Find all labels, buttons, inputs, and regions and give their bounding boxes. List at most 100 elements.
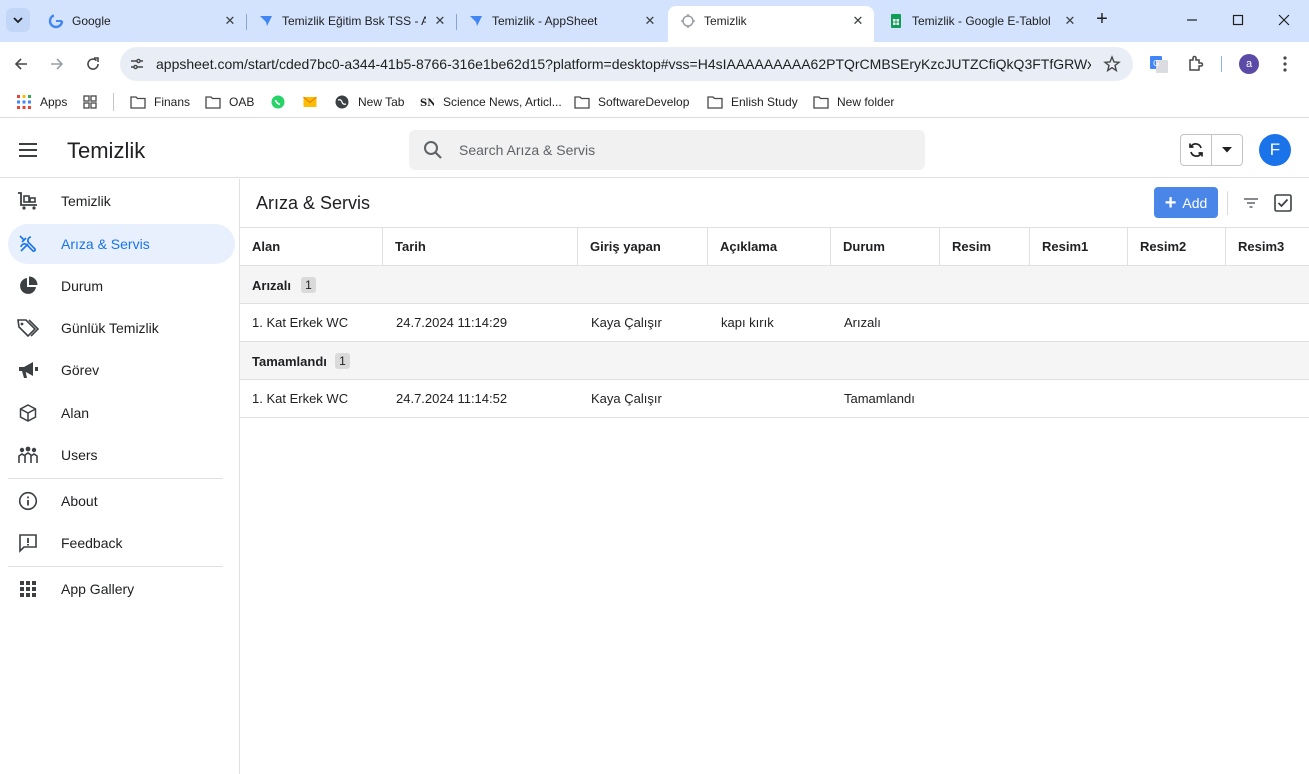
user-avatar[interactable]: F	[1259, 134, 1291, 166]
sidebar-item-app-gallery[interactable]: App Gallery	[8, 569, 235, 609]
add-button[interactable]: + Add	[1154, 187, 1218, 218]
arrow-left-icon	[14, 58, 27, 70]
browser-tab-google[interactable]: Google ✕	[36, 6, 246, 36]
bookmark-whatsapp[interactable]	[270, 93, 294, 111]
close-icon[interactable]: ✕	[432, 13, 448, 29]
column-header[interactable]: Giriş yapan	[578, 228, 708, 266]
bookmark-oab[interactable]: OAB	[205, 93, 254, 111]
sidebar-item-durum[interactable]: Durum	[8, 266, 235, 306]
sidebar-divider	[8, 478, 223, 479]
maximize-icon	[1232, 14, 1244, 26]
browser-profile-avatar[interactable]: a	[1239, 54, 1259, 74]
bookmark-dashboard[interactable]	[82, 93, 106, 111]
new-tab-button[interactable]: +	[1092, 9, 1112, 30]
sidebar-item-gorev[interactable]: Görev	[8, 350, 235, 390]
close-icon[interactable]: ✕	[1062, 13, 1078, 29]
group-count-badge: 1	[301, 277, 316, 293]
bookmarks-bar: Apps Finans OAB New Tab SN Science News,…	[0, 86, 1309, 118]
bookmark-science-news[interactable]: SN Science News, Articl...	[419, 93, 562, 111]
sidebar: Temizlik Arıza & Servis Durum Günlük Tem…	[0, 179, 240, 774]
app-title: Temizlik	[67, 138, 146, 163]
tab-title: Temizlik Eğitim Bsk TSS - A	[282, 14, 426, 28]
bookmark-enlish-study[interactable]: Enlish Study	[707, 93, 798, 111]
tags-icon	[17, 318, 39, 338]
column-header[interactable]: Resim1	[1030, 228, 1128, 266]
search-box[interactable]	[409, 130, 925, 170]
close-icon[interactable]: ✕	[222, 13, 238, 29]
maximize-button[interactable]	[1228, 10, 1248, 30]
column-header[interactable]: Resim3	[1226, 228, 1309, 266]
cart-icon	[17, 191, 39, 211]
sidebar-item-gunluk-temizlik[interactable]: Günlük Temizlik	[8, 308, 235, 348]
sciencenews-icon: SN	[419, 94, 435, 110]
chevron-down-icon	[13, 17, 23, 24]
column-header[interactable]: Durum	[831, 228, 940, 266]
menu-icon[interactable]	[18, 142, 38, 158]
bookmarks-divider	[113, 93, 114, 111]
column-header[interactable]: Resim2	[1128, 228, 1226, 266]
close-icon[interactable]: ✕	[850, 13, 866, 29]
sidebar-item-label: Alan	[61, 405, 90, 421]
minimize-button[interactable]	[1182, 10, 1202, 30]
browser-tab-temizlik-egitim[interactable]: Temizlik Eğitim Bsk TSS - A ✕	[246, 6, 456, 36]
sidebar-item-label: Durum	[61, 278, 104, 294]
column-header[interactable]: Alan	[240, 228, 383, 266]
bookmark-finans[interactable]: Finans	[130, 93, 190, 111]
address-bar[interactable]: appsheet.com/start/cded7bc0-a344-41b5-87…	[120, 47, 1133, 81]
close-icon[interactable]: ✕	[642, 13, 658, 29]
forward-button[interactable]	[45, 52, 69, 76]
bookmark-label: New Tab	[358, 95, 405, 109]
column-header[interactable]: Açıklama	[708, 228, 831, 266]
table-row[interactable]: 1. Kat Erkek WC 24.7.2024 11:14:52 Kaya …	[240, 380, 1309, 418]
bookmark-apps[interactable]: Apps	[16, 93, 67, 111]
browser-tab-temizlik-active[interactable]: Temizlik ✕	[668, 6, 874, 42]
sidebar-item-temizlik[interactable]: Temizlik	[8, 181, 235, 221]
browser-tab-temizlik-appsheet[interactable]: Temizlik - AppSheet ✕	[456, 6, 666, 36]
window-close-button[interactable]	[1274, 10, 1294, 30]
filter-icon[interactable]	[1241, 193, 1261, 213]
site-settings-icon[interactable]	[128, 55, 146, 73]
search-input[interactable]	[459, 139, 899, 161]
appsheet-icon	[468, 13, 484, 29]
sidebar-item-users[interactable]: Users	[8, 435, 235, 475]
group-header-tamamlandi[interactable]: Tamamlandı 1	[240, 342, 1309, 380]
sidebar-item-label: Görev	[61, 362, 100, 378]
dashboard-icon	[82, 94, 98, 110]
column-header[interactable]: Tarih	[383, 228, 578, 266]
reload-button[interactable]	[81, 52, 105, 76]
url-text: appsheet.com/start/cded7bc0-a344-41b5-87…	[156, 56, 1091, 72]
select-checkbox-icon[interactable]	[1273, 193, 1293, 213]
back-button[interactable]	[9, 52, 33, 76]
app-header: Temizlik F	[0, 122, 1309, 178]
tab-title: Temizlik - AppSheet	[492, 14, 598, 28]
bookmark-mail[interactable]	[302, 93, 326, 111]
extensions-icon[interactable]	[1185, 54, 1205, 74]
bookmark-label: OAB	[229, 95, 255, 109]
bookmark-new-folder[interactable]: New folder	[813, 93, 894, 111]
bookmark-new-tab[interactable]: New Tab	[334, 93, 404, 111]
sync-dropdown[interactable]	[1212, 135, 1242, 165]
sync-button[interactable]	[1181, 135, 1213, 165]
cell-tarih: 24.7.2024 11:14:52	[396, 391, 508, 406]
sidebar-item-ariza-servis[interactable]: Arıza & Servis	[8, 224, 235, 264]
group-label: Tamamlandı	[252, 354, 327, 369]
column-header[interactable]: Resim	[940, 228, 1030, 266]
google-translate-icon[interactable]: G	[1149, 54, 1169, 74]
sidebar-item-about[interactable]: About	[8, 481, 235, 521]
cell-tarih: 24.7.2024 11:14:29	[396, 315, 508, 330]
bookmark-star-icon[interactable]	[1103, 55, 1121, 73]
sidebar-item-feedback[interactable]: Feedback	[8, 523, 235, 563]
cell-alan: 1. Kat Erkek WC	[252, 315, 349, 330]
cell-aciklama: kapı kırık	[721, 315, 774, 330]
folder-icon	[813, 94, 829, 110]
tab-title: Temizlik	[704, 14, 747, 28]
caret-down-icon	[1222, 147, 1233, 153]
tools-icon	[17, 234, 39, 254]
bookmark-softwaredevelop[interactable]: SoftwareDevelop	[574, 93, 689, 111]
sidebar-item-alan[interactable]: Alan	[8, 393, 235, 433]
group-header-arizali[interactable]: Arızalı 1	[240, 266, 1309, 304]
table-row[interactable]: 1. Kat Erkek WC 24.7.2024 11:14:29 Kaya …	[240, 304, 1309, 342]
browser-tab-google-sheets[interactable]: Temizlik - Google E-Tablol ✕	[876, 6, 1086, 36]
browser-menu-icon[interactable]	[1275, 54, 1295, 74]
tab-search-button[interactable]	[6, 8, 30, 32]
